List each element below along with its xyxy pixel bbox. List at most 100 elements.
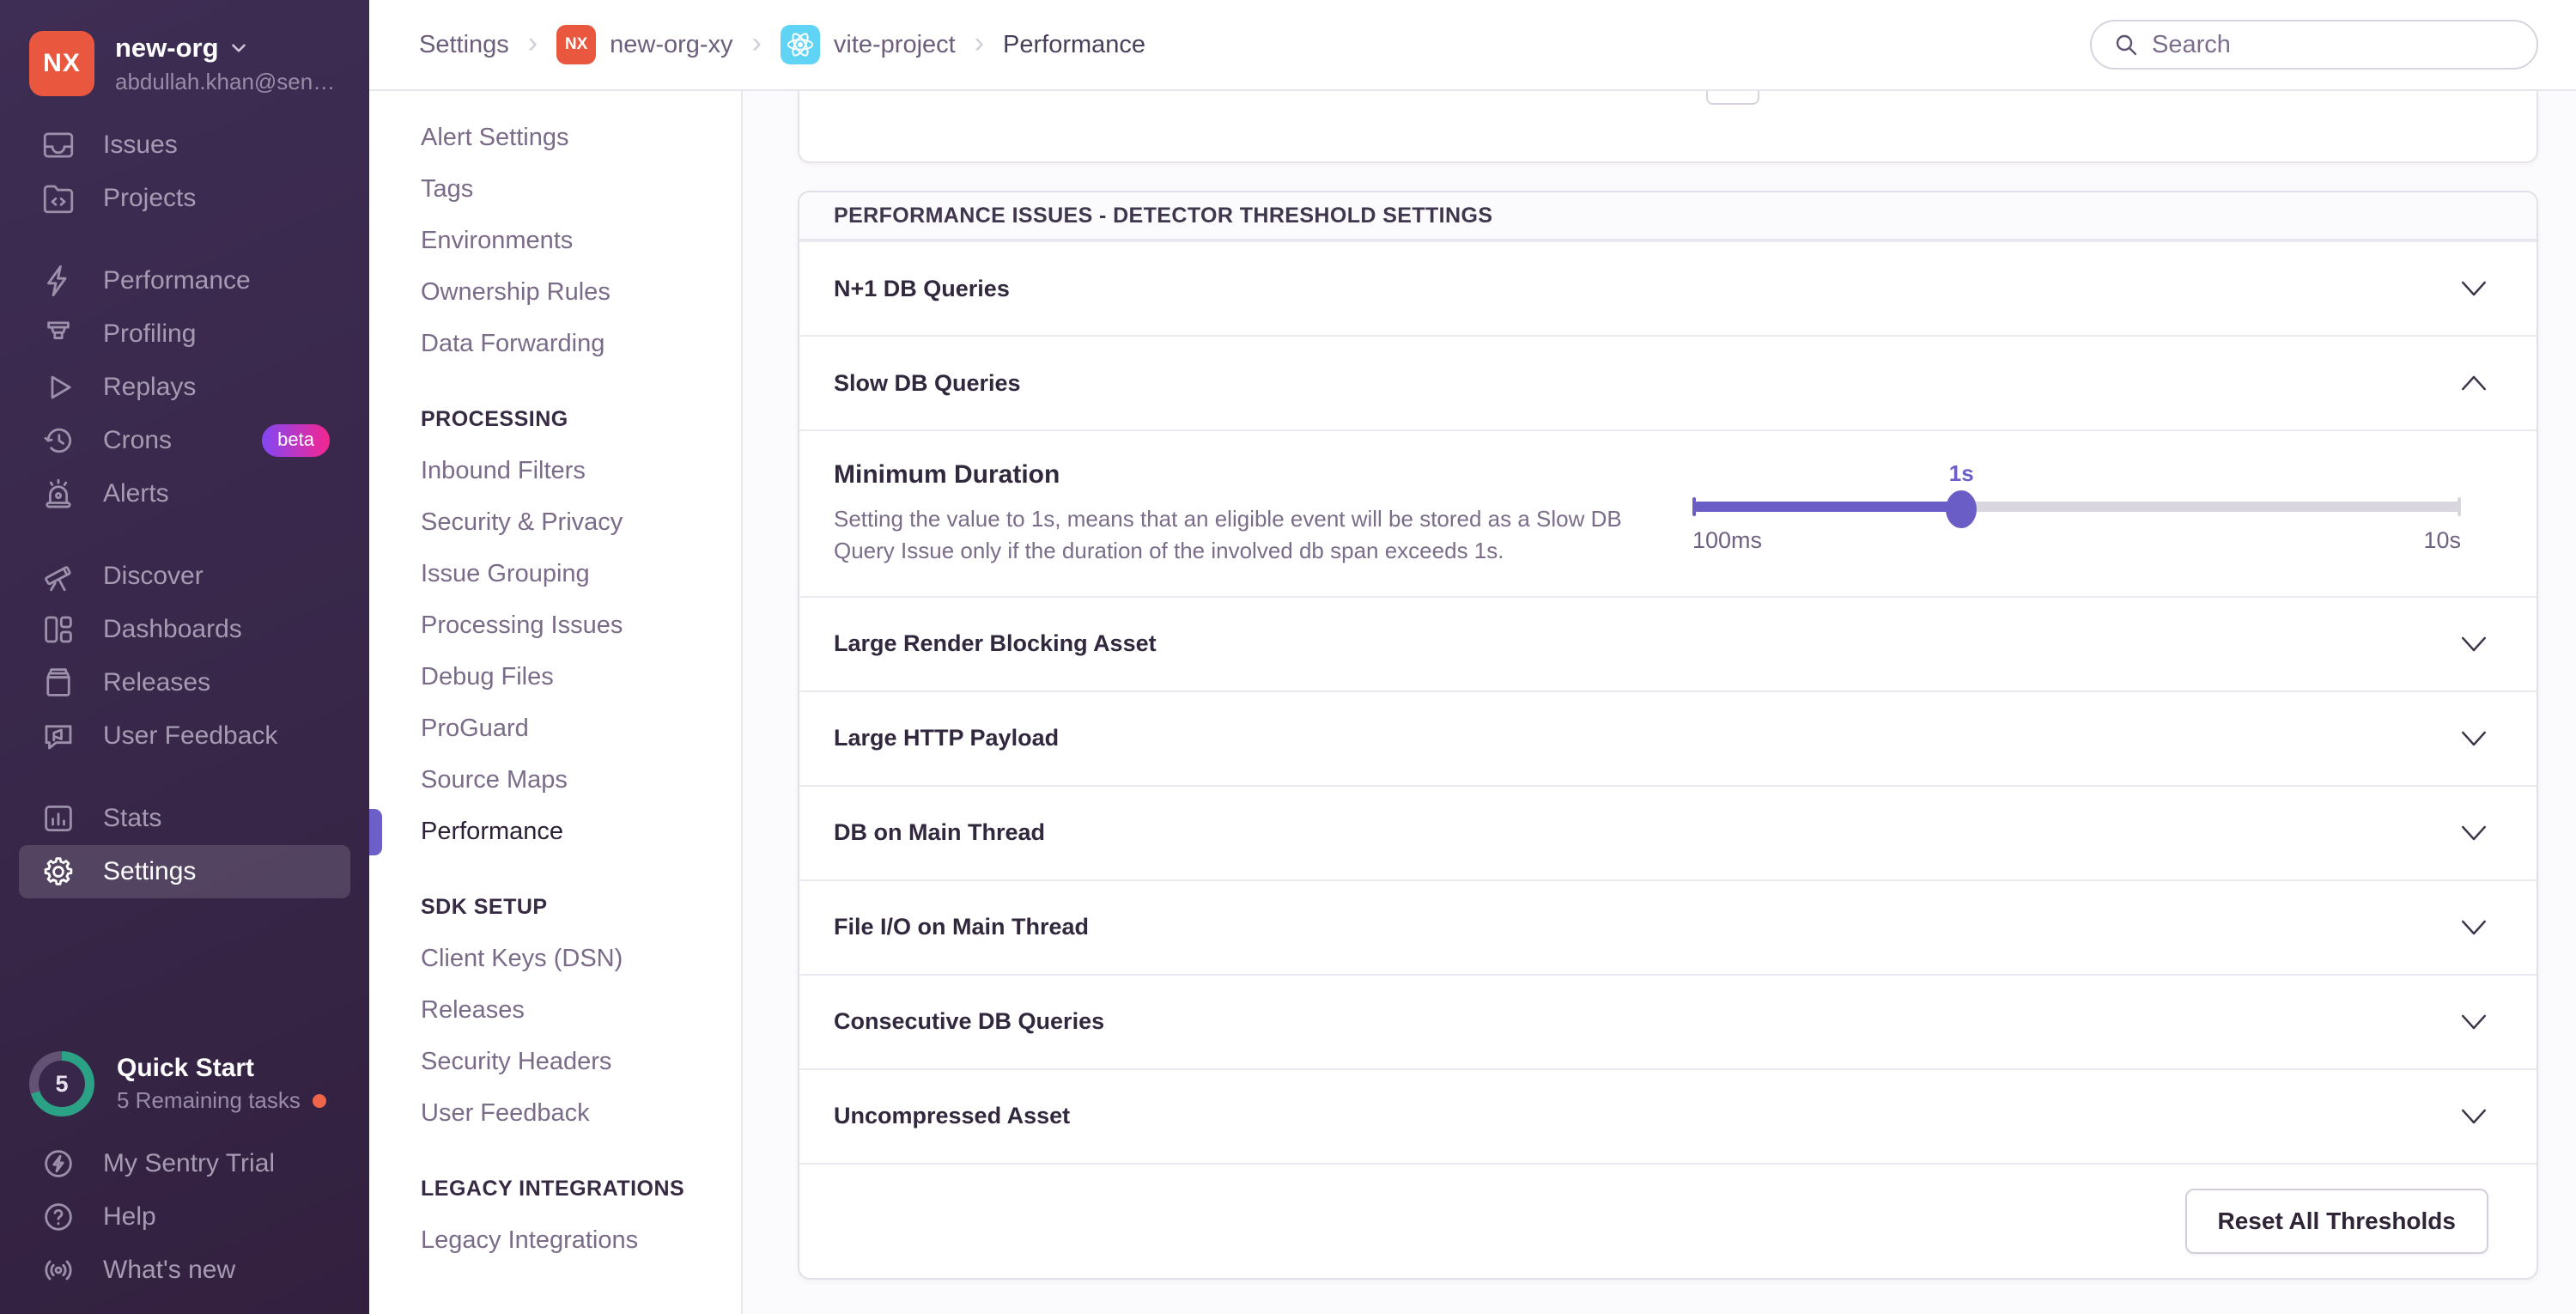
quick-start-title: Quick Start <box>117 1054 255 1082</box>
replays-icon <box>39 368 77 406</box>
sentry-app: NX new-org abdullah.khan@sen… Issues Pro… <box>0 0 2576 1314</box>
sidebar-item-label: Alerts <box>103 479 169 508</box>
quick-start-subtitle: 5 Remaining tasks <box>117 1087 301 1113</box>
sidebar-item-label: Crons <box>103 426 173 454</box>
reset-all-thresholds-button[interactable]: Reset All Thresholds <box>2184 1188 2488 1254</box>
sidebar-item-label: Releases <box>103 668 211 697</box>
slider-max-label: 10s <box>2423 527 2461 553</box>
whats-new-icon <box>39 1251 77 1289</box>
sidebar-item-discover[interactable]: Discover <box>19 550 350 603</box>
secnav-item-tags[interactable]: Tags <box>369 163 741 215</box>
chevron-down-icon <box>2461 1014 2487 1030</box>
sidebar-item-label: Issues <box>103 131 178 159</box>
breadcrumb-separator: › <box>751 27 762 59</box>
sidebar-item-help[interactable]: Help <box>19 1190 350 1244</box>
scrolled-panel-bottom <box>798 91 2538 163</box>
slow-db-queries-settings: Minimum Duration Setting the value to 1s… <box>799 429 2537 596</box>
sidebar-item-stats[interactable]: Stats <box>19 792 350 845</box>
secnav-item-inbound-filters[interactable]: Inbound Filters <box>369 445 741 496</box>
secnav-item-user-feedback[interactable]: User Feedback <box>369 1087 741 1139</box>
sidebar-footer: My Sentry Trial Help What's new <box>0 1132 369 1297</box>
accordion-row-large-render-blocking-asset[interactable]: Large Render Blocking Asset <box>799 595 2537 690</box>
accordion-row-slow-db-queries[interactable]: Slow DB Queries <box>799 335 2537 429</box>
breadcrumb-separator: › <box>974 27 985 59</box>
chevron-down-icon <box>2461 281 2487 296</box>
search-input[interactable] <box>2152 30 2516 59</box>
breadcrumb-settings[interactable]: Settings <box>419 31 509 59</box>
discover-icon <box>39 557 77 595</box>
secnav-item-data-forwarding[interactable]: Data Forwarding <box>369 318 741 369</box>
main-content[interactable]: PERFORMANCE ISSUES - DETECTOR THRESHOLD … <box>743 91 2576 1314</box>
sidebar-item-replays[interactable]: Replays <box>19 361 350 414</box>
scrolled-input-fragment <box>1706 91 1759 105</box>
primary-sidebar: NX new-org abdullah.khan@sen… Issues Pro… <box>0 0 369 1314</box>
org-badge: NX <box>556 25 597 64</box>
chevron-down-icon <box>231 43 246 52</box>
secnav-item-legacy-integrations[interactable]: Legacy Integrations <box>369 1214 741 1266</box>
org-switcher[interactable]: NX new-org abdullah.khan@sen… <box>0 22 369 119</box>
secnav-item-releases[interactable]: Releases <box>369 984 741 1036</box>
secnav-item-issue-grouping[interactable]: Issue Grouping <box>369 548 741 599</box>
org-email: abdullah.khan@sen… <box>115 68 336 94</box>
slider-thumb[interactable] <box>1946 490 1978 528</box>
secnav-item-alert-settings[interactable]: Alert Settings <box>369 112 741 163</box>
sidebar-item-my-sentry-trial[interactable]: My Sentry Trial <box>19 1137 350 1190</box>
secnav-item-performance[interactable]: Performance <box>369 806 741 857</box>
secnav-header-legacy-integrations: LEGACY INTEGRATIONS <box>421 1176 685 1201</box>
quick-start-count: 5 <box>39 1061 85 1107</box>
quick-start-progress-ring: 5 <box>29 1051 94 1116</box>
sidebar-item-user-feedback[interactable]: User Feedback <box>19 709 350 763</box>
sidebar-item-performance[interactable]: Performance <box>19 254 350 307</box>
sidebar-item-releases[interactable]: Releases <box>19 656 350 709</box>
secnav-item-source-maps[interactable]: Source Maps <box>369 754 741 806</box>
trial-icon <box>39 1145 77 1183</box>
secnav-header-sdk-setup: SDK SETUP <box>421 894 548 919</box>
sidebar-item-label: Stats <box>103 804 162 832</box>
secnav-item-environments[interactable]: Environments <box>369 215 741 266</box>
slider-track[interactable] <box>1692 497 2461 516</box>
secnav-item-processing-issues[interactable]: Processing Issues <box>369 599 741 651</box>
org-name: new-org <box>115 32 219 63</box>
user-feedback-icon <box>39 717 77 755</box>
accordion-row-file-io-on-main-thread[interactable]: File I/O on Main Thread <box>799 879 2537 974</box>
sidebar-item-whats-new[interactable]: What's new <box>19 1244 350 1297</box>
sidebar-item-label: Replays <box>103 373 197 401</box>
sidebar-item-issues[interactable]: Issues <box>19 119 350 172</box>
accordion-row-large-http-payload[interactable]: Large HTTP Payload <box>799 690 2537 785</box>
secnav-item-security-headers[interactable]: Security Headers <box>369 1036 741 1087</box>
accordion-row-consecutive-db-queries[interactable]: Consecutive DB Queries <box>799 973 2537 1068</box>
sidebar-item-label: Profiling <box>103 319 197 348</box>
sidebar-item-projects[interactable]: Projects <box>19 172 350 225</box>
performance-icon <box>39 262 77 300</box>
accordion-row-db-on-main-thread[interactable]: DB on Main Thread <box>799 784 2537 879</box>
search-box[interactable] <box>2090 20 2538 70</box>
sidebar-item-profiling[interactable]: Profiling <box>19 307 350 361</box>
chevron-up-icon <box>2461 375 2487 391</box>
chevron-down-icon <box>2461 731 2487 746</box>
detector-threshold-settings-panel: PERFORMANCE ISSUES - DETECTOR THRESHOLD … <box>798 191 2538 1280</box>
sidebar-item-settings[interactable]: Settings <box>19 845 350 898</box>
slider-min-tick <box>1692 497 1696 516</box>
secnav-item-proguard[interactable]: ProGuard <box>369 703 741 754</box>
secnav-item-debug-files[interactable]: Debug Files <box>369 651 741 703</box>
chevron-down-icon <box>2461 636 2487 652</box>
chevron-down-icon <box>2461 1109 2487 1124</box>
sidebar-item-alerts[interactable]: Alerts <box>19 467 350 520</box>
setting-label: Minimum Duration <box>834 460 1060 489</box>
sidebar-item-label: Settings <box>103 857 197 885</box>
accordion-row-uncompressed-asset[interactable]: Uncompressed Asset <box>799 1068 2537 1163</box>
accordion-row-n-plus-one-db-queries[interactable]: N+1 DB Queries <box>799 240 2537 335</box>
sidebar-item-dashboards[interactable]: Dashboards <box>19 603 350 656</box>
settings-secondary-nav: Alert Settings Tags Environments Ownersh… <box>369 91 743 1314</box>
breadcrumb-performance[interactable]: Performance <box>1003 31 1145 59</box>
sidebar-item-crons[interactable]: Crons beta <box>19 414 350 467</box>
quick-start[interactable]: 5 Quick Start 5 Remaining tasks <box>0 1036 369 1132</box>
breadcrumb-organization[interactable]: NX new-org-xy <box>556 25 733 64</box>
sidebar-item-label: Discover <box>103 562 204 590</box>
secnav-item-client-keys[interactable]: Client Keys (DSN) <box>369 933 741 984</box>
secnav-item-security-privacy[interactable]: Security & Privacy <box>369 496 741 548</box>
secnav-item-ownership-rules[interactable]: Ownership Rules <box>369 266 741 318</box>
chevron-down-icon <box>2461 825 2487 841</box>
breadcrumb-project[interactable]: vite-project <box>780 25 956 64</box>
top-header-bar: Settings › NX new-org-xy › vite-project … <box>369 0 2576 91</box>
